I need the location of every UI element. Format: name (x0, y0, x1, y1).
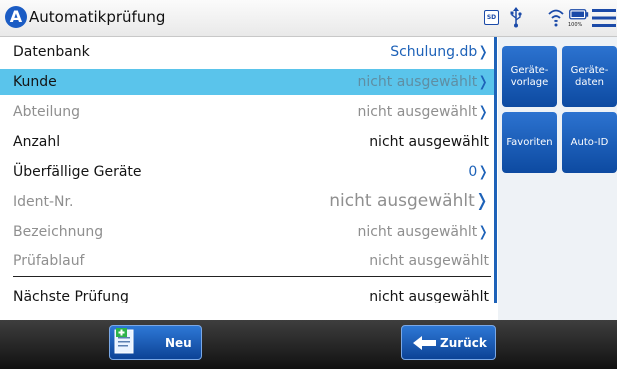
page-title: Automatikprüfung (29, 8, 166, 26)
row-label: Ident-Nr. (13, 194, 74, 210)
list-scrollbar[interactable] (494, 37, 497, 303)
auto-id-button[interactable]: Auto-ID (562, 112, 617, 173)
tile-label: Geräte- daten (570, 64, 609, 88)
row-bezeichnung[interactable]: Bezeichnung nicht ausgewählt❭ (0, 219, 497, 245)
geraetevorlage-button[interactable]: Geräte- vorlage (502, 46, 557, 107)
tile-label: Auto-ID (570, 136, 609, 148)
row-kunde[interactable]: Kunde nicht ausgewählt❭ (0, 69, 497, 95)
row-label: Datenbank (13, 44, 90, 60)
chevron-right-icon: ❭ (477, 104, 489, 120)
wifi-icon (548, 9, 564, 27)
tile-label: Favoriten (506, 136, 553, 148)
geraetedaten-button[interactable]: Geräte- daten (562, 46, 617, 107)
row-label: Nächste Prüfung (13, 289, 129, 303)
battery-level: 100% (568, 22, 583, 28)
row-value: nicht ausgewählt❭ (329, 191, 489, 211)
row-label: Prüfablauf (13, 253, 85, 269)
row-value: nicht ausgewählt❭ (357, 224, 489, 240)
row-ueberfaellige-geraete[interactable]: Überfällige Geräte 0❭ (0, 159, 497, 185)
usb-icon (510, 7, 522, 28)
row-pruefablauf: Prüfablauf nicht ausgewählt (0, 248, 497, 274)
battery-icon (569, 9, 589, 20)
new-button[interactable]: Neu (109, 325, 202, 360)
chevron-right-icon: ❭ (477, 44, 489, 60)
chevron-right-icon: ❭ (477, 224, 489, 240)
chevron-right-icon: ❭ (477, 164, 489, 180)
chevron-right-icon: ❭ (477, 74, 489, 90)
row-label: Abteilung (13, 104, 80, 120)
back-button-label: Zurück (440, 336, 487, 350)
side-panel: Geräte- vorlage Geräte- daten Favoriten … (498, 37, 617, 320)
new-button-label: Neu (165, 336, 192, 350)
new-document-icon (114, 328, 134, 354)
bottom-toolbar: Neu Zurück (0, 320, 617, 369)
row-anzahl: Anzahl nicht ausgewählt (0, 129, 497, 155)
row-label: Kunde (13, 74, 57, 90)
row-datenbank[interactable]: Datenbank Schulung.db❭ (0, 39, 497, 65)
row-label: Bezeichnung (13, 224, 104, 240)
row-value: nicht ausgewählt (369, 134, 489, 150)
hamburger-menu-icon[interactable] (592, 8, 616, 28)
row-abteilung[interactable]: Abteilung nicht ausgewählt❭ (0, 99, 497, 125)
app-logo-icon: A (5, 6, 27, 28)
row-value: nicht ausgewählt❭ (357, 104, 489, 120)
row-value: Schulung.db❭ (390, 44, 489, 60)
row-value: nicht ausgewählt (369, 253, 489, 269)
row-value: 0❭ (468, 164, 489, 180)
chevron-right-icon: ❭ (474, 191, 489, 211)
back-arrow-icon (413, 336, 436, 350)
settings-list: Datenbank Schulung.db❭ Kunde nicht ausge… (0, 37, 497, 303)
favoriten-button[interactable]: Favoriten (502, 112, 557, 173)
row-value: nicht ausgewählt❭ (357, 74, 489, 90)
divider (13, 276, 491, 277)
row-value: nicht ausgewählt (369, 289, 489, 303)
back-button[interactable]: Zurück (401, 325, 496, 360)
row-naechste-pruefung: Nächste Prüfung nicht ausgewählt (0, 284, 497, 303)
tile-label: Geräte- vorlage (510, 64, 549, 88)
row-label: Anzahl (13, 134, 61, 150)
row-ident-nr[interactable]: Ident-Nr. nicht ausgewählt❭ (0, 189, 497, 215)
row-label: Überfällige Geräte (13, 164, 142, 180)
title-bar: A Automatikprüfung SD 100% (0, 0, 617, 37)
sd-card-icon: SD (484, 10, 499, 25)
